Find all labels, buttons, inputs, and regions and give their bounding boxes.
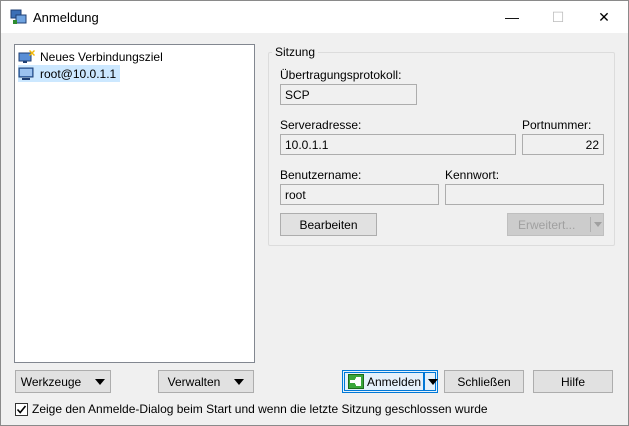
user-input[interactable]: root: [280, 184, 439, 205]
chevron-down-icon: [95, 378, 106, 385]
login-split-separator: [423, 372, 425, 391]
window-title: Anmeldung: [33, 10, 99, 25]
edit-button-label: Bearbeiten: [299, 217, 358, 232]
site-tree[interactable]: Neues Verbindungsziel root@10.0.1.1: [14, 44, 255, 363]
password-input[interactable]: [445, 184, 604, 205]
show-on-startup-label: Zeige den Anmelde-Dialog beim Start und …: [32, 402, 488, 416]
site-item-new[interactable]: Neues Verbindungsziel: [18, 48, 167, 65]
tools-button-label: Werkzeuge: [20, 374, 82, 389]
show-on-startup-option[interactable]: Zeige den Anmelde-Dialog beim Start und …: [15, 402, 488, 416]
protocol-select[interactable]: SCP: [280, 84, 417, 105]
close-window-button[interactable]: ✕: [581, 1, 627, 33]
new-site-icon: [18, 49, 35, 63]
host-value: 10.0.1.1: [285, 137, 329, 152]
session-group-title: Sitzung: [272, 45, 319, 59]
winscp-icon: [10, 9, 27, 24]
close-icon: ✕: [598, 8, 610, 25]
check-icon: [16, 404, 27, 414]
manage-button-label: Verwalten: [167, 374, 221, 389]
login-button-label: Anmelden: [367, 375, 422, 389]
user-label: Benutzername:: [280, 168, 362, 182]
help-button[interactable]: Hilfe: [533, 370, 613, 393]
advanced-button[interactable]: Erweitert...: [507, 213, 604, 236]
chevron-down-icon: [594, 222, 602, 227]
edit-button[interactable]: Bearbeiten: [280, 213, 377, 236]
port-label: Portnummer:: [522, 118, 592, 132]
close-button[interactable]: Schließen: [444, 370, 524, 393]
port-value: 22: [585, 137, 599, 152]
protocol-value: SCP: [285, 87, 310, 102]
site-item-label: root@10.0.1.1: [40, 66, 117, 81]
site-item-root[interactable]: root@10.0.1.1: [18, 65, 121, 82]
host-label: Serveradresse:: [280, 118, 362, 132]
password-label: Kennwort:: [445, 168, 500, 182]
chevron-down-icon: [234, 378, 245, 385]
minimize-button[interactable]: —: [489, 1, 535, 33]
login-dialog: Anmeldung — ☐ ✕ Neues Verbindungsziel ro…: [0, 0, 629, 426]
maximize-button[interactable]: ☐: [535, 1, 581, 33]
maximize-icon: ☐: [551, 8, 565, 25]
user-value: root: [285, 187, 306, 202]
host-input[interactable]: 10.0.1.1: [280, 134, 516, 155]
computer-icon: [18, 67, 34, 80]
advanced-split-separator: [590, 217, 591, 232]
manage-button[interactable]: Verwalten: [158, 370, 254, 393]
port-input[interactable]: 22: [522, 134, 604, 155]
advanced-button-label: Erweitert...: [518, 217, 576, 232]
chevron-down-icon[interactable]: [428, 379, 438, 385]
title-bar: Anmeldung — ☐ ✕: [1, 1, 628, 33]
help-button-label: Hilfe: [560, 374, 585, 389]
site-item-label: Neues Verbindungsziel: [40, 49, 163, 64]
tools-button[interactable]: Werkzeuge: [15, 370, 111, 393]
login-button[interactable]: Anmelden: [342, 370, 438, 393]
show-on-startup-checkbox[interactable]: [15, 402, 28, 416]
protocol-label: Übertragungsprotokoll:: [280, 68, 402, 82]
login-icon: [348, 374, 364, 389]
minimize-icon: —: [505, 9, 519, 25]
close-button-label: Schließen: [457, 374, 511, 389]
